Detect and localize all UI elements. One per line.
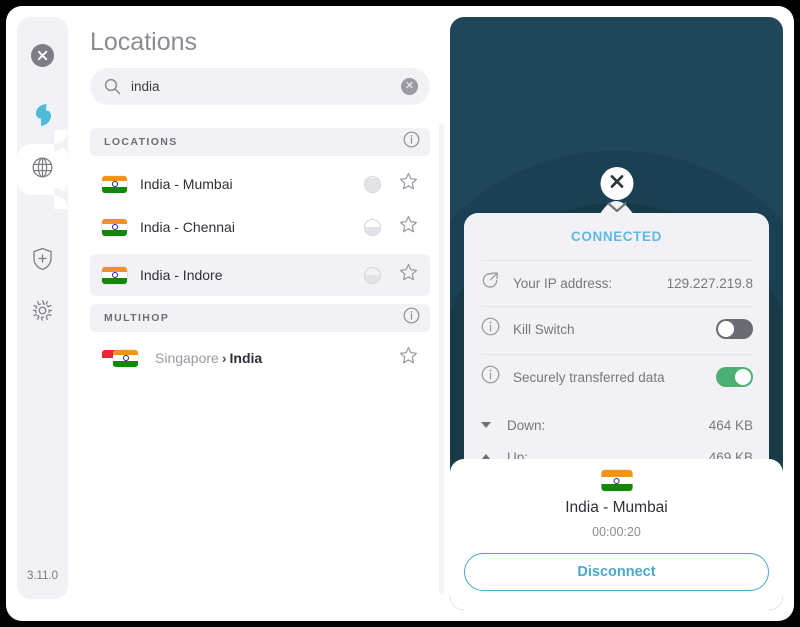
status-badge: CONNECTED: [450, 229, 783, 244]
chevron-down-icon: [606, 201, 628, 218]
flag-india-icon: [113, 350, 138, 367]
flag-india-icon: [102, 176, 127, 193]
scrollbar[interactable]: [439, 124, 444, 594]
locations-panel: Locations india ✕ LOCATIONS: [68, 6, 444, 621]
connection-timer: 00:00:20: [450, 525, 783, 539]
multihop-to: India: [230, 350, 263, 366]
secure-data-toggle[interactable]: [716, 367, 753, 387]
multihop-separator: ›: [222, 350, 227, 366]
close-icon: [31, 44, 54, 72]
location-name: India - Chennai: [140, 219, 235, 235]
detail-row-ip-address[interactable]: Your IP address: 129.227.219.8: [481, 261, 753, 305]
external-link-icon: [481, 271, 500, 295]
location-name: India - Mumbai: [140, 176, 233, 192]
info-icon[interactable]: [403, 307, 420, 329]
ip-address-value: 129.227.219.8: [667, 276, 753, 291]
clear-search-icon[interactable]: ✕: [401, 78, 418, 95]
flag-pair-icon: [102, 350, 142, 367]
detail-label: Down:: [507, 418, 545, 433]
server-load-indicator: [364, 267, 381, 284]
flag-india-icon: [601, 470, 632, 491]
group-header-locations: LOCATIONS: [90, 128, 430, 156]
connection-panel: CONNECTED Your IP address: 129.227.219.8: [450, 17, 783, 610]
info-icon[interactable]: [481, 365, 500, 389]
page-title: Locations: [90, 28, 197, 57]
flag-india-icon: [102, 219, 127, 236]
sidebar-item-features[interactable]: [17, 236, 68, 287]
globe-icon: [31, 156, 54, 184]
gear-icon: [31, 299, 54, 327]
close-icon: [609, 174, 624, 194]
detail-label: Kill Switch: [513, 322, 575, 337]
location-row-indore[interactable]: India - Indore: [90, 254, 430, 296]
close-panel-button[interactable]: [600, 167, 633, 200]
triangle-down-icon: [481, 422, 491, 428]
app-window: 3.11.0 Locations india ✕ LOCATIONS: [6, 6, 794, 621]
server-load-indicator: [364, 219, 381, 236]
group-header-label: LOCATIONS: [104, 136, 178, 148]
server-load-indicator: [364, 176, 381, 193]
kill-switch-toggle[interactable]: [716, 319, 753, 339]
multihop-label: Singapore›India: [155, 350, 262, 366]
detail-row-kill-switch[interactable]: Kill Switch: [481, 307, 753, 351]
location-row-chennai[interactable]: India - Chennai: [90, 206, 430, 248]
search-icon: [104, 78, 121, 95]
multihop-from: Singapore: [155, 350, 219, 366]
flag-india-icon: [102, 267, 127, 284]
detail-label: Your IP address:: [513, 276, 612, 291]
group-header-label: MULTIHOP: [104, 312, 169, 324]
search-input[interactable]: india: [131, 79, 401, 94]
collapse-chevron-button[interactable]: [606, 201, 628, 219]
favorite-star-icon[interactable]: [399, 263, 418, 287]
favorite-star-icon[interactable]: [399, 215, 418, 239]
sidebar: 3.11.0: [17, 17, 68, 599]
location-row-mumbai[interactable]: India - Mumbai: [90, 163, 430, 205]
version-label: 3.11.0: [17, 570, 68, 582]
favorite-star-icon[interactable]: [399, 172, 418, 196]
location-name: India - Indore: [140, 267, 223, 283]
group-header-multihop: MULTIHOP: [90, 304, 430, 332]
detail-label: Securely transferred data: [513, 370, 665, 385]
disconnect-button[interactable]: Disconnect: [464, 553, 769, 591]
active-connection-card: India - Mumbai 00:00:20 Disconnect: [450, 459, 783, 610]
info-icon[interactable]: [403, 131, 420, 153]
multihop-row-singapore-india[interactable]: Singapore›India: [90, 337, 430, 379]
favorite-star-icon[interactable]: [399, 346, 418, 370]
sidebar-item-locations[interactable]: [17, 144, 68, 195]
sidebar-item-close[interactable]: [17, 32, 68, 83]
surfshark-logo-icon: [33, 103, 53, 132]
connected-location-name: India - Mumbai: [450, 499, 783, 517]
detail-row-secure-data[interactable]: Securely transferred data: [481, 355, 753, 399]
info-icon[interactable]: [481, 317, 500, 341]
shield-plus-icon: [32, 247, 53, 276]
search-bar[interactable]: india ✕: [90, 68, 430, 105]
sidebar-item-settings[interactable]: [17, 287, 68, 338]
download-value: 464 KB: [709, 418, 753, 433]
